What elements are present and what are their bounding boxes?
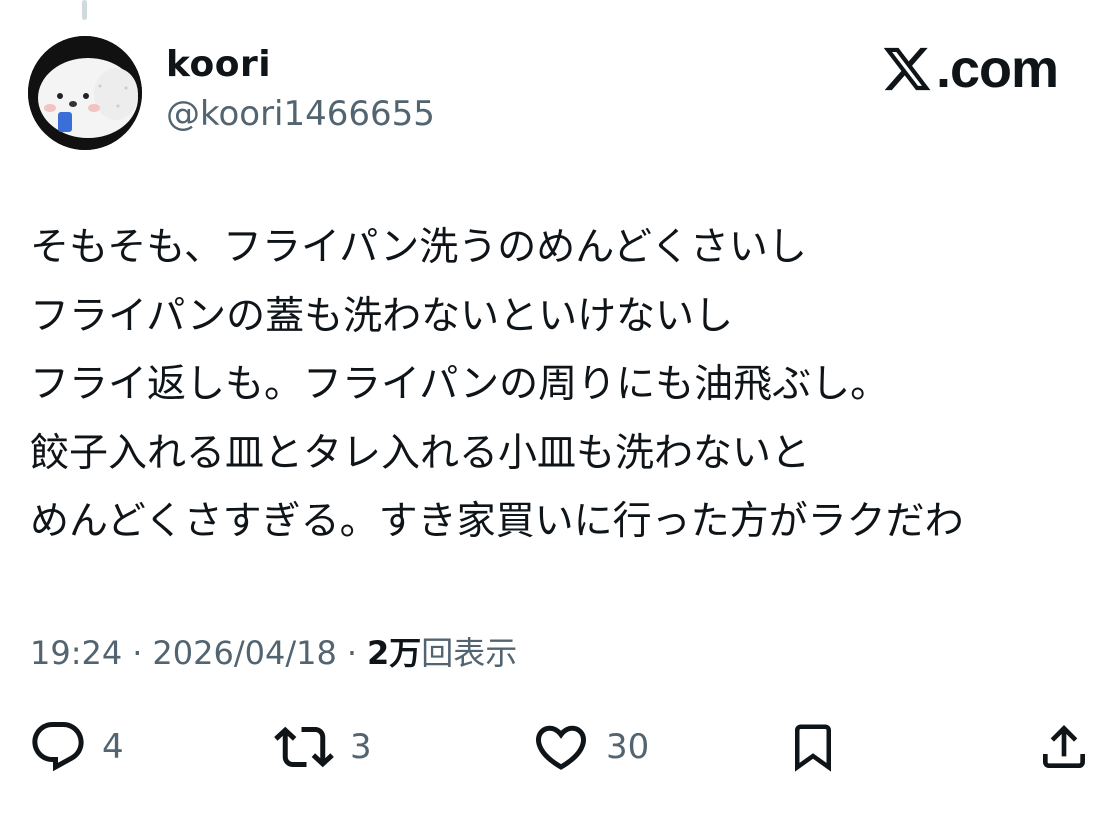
retweet-count: 3 (350, 727, 372, 767)
like-count: 30 (606, 727, 650, 767)
reply-count: 4 (102, 727, 124, 767)
x-com-brand: .com (880, 38, 1059, 100)
meta-separator: · (132, 634, 143, 672)
seal-avatar-icon (28, 36, 142, 150)
avatar[interactable] (28, 36, 142, 150)
retweet-button[interactable]: 3 (272, 712, 372, 782)
tweet-text-line: 餃子入れる皿とタレ入れる小皿も洗わないと (30, 430, 811, 476)
retweet-icon (274, 726, 334, 768)
bookmark-icon (795, 724, 831, 772)
tweet-text-line: フライパンの蓋も洗わないといけないし (30, 293, 734, 339)
meta-separator: · (346, 634, 357, 672)
reply-icon (32, 722, 84, 772)
share-icon (1043, 725, 1085, 768)
thread-connector-line (82, 0, 87, 20)
reply-button[interactable]: 4 (28, 712, 124, 782)
tweet-actions-bar: 4 3 30 (0, 712, 1098, 782)
tweet-time[interactable]: 19:24 (30, 634, 122, 672)
author-handle[interactable]: @koori1466655 (166, 94, 435, 134)
x-logo-icon (883, 47, 931, 91)
tweet-date[interactable]: 2026/04/18 (152, 634, 336, 672)
heart-icon (535, 725, 587, 770)
tweet-text-line: そもそも、フライパン洗うのめんどくさいし (30, 225, 807, 270)
share-button[interactable] (1036, 712, 1092, 782)
tweet-text-line: めんどくさすぎる。すき家買いに行った方がラクだわ (30, 499, 964, 544)
brand-domain-text: .com (935, 39, 1059, 99)
views-count: 2万 (367, 634, 422, 672)
views-label: 回表示 (421, 634, 518, 672)
tweet-meta: 19:24 · 2026/04/18 · 2万 回表示 (30, 628, 517, 674)
tweet-text-line: フライ返しも。フライパンの周りにも油飛ぶし。 (30, 362, 890, 407)
author-display-name[interactable]: koori (166, 44, 271, 85)
bookmark-button[interactable] (786, 712, 840, 782)
like-button[interactable]: 30 (530, 712, 649, 782)
tweet-text: そもそも、フライパン洗うのめんどくさいし フライパンの蓋も洗わないといけないし … (30, 214, 1090, 557)
